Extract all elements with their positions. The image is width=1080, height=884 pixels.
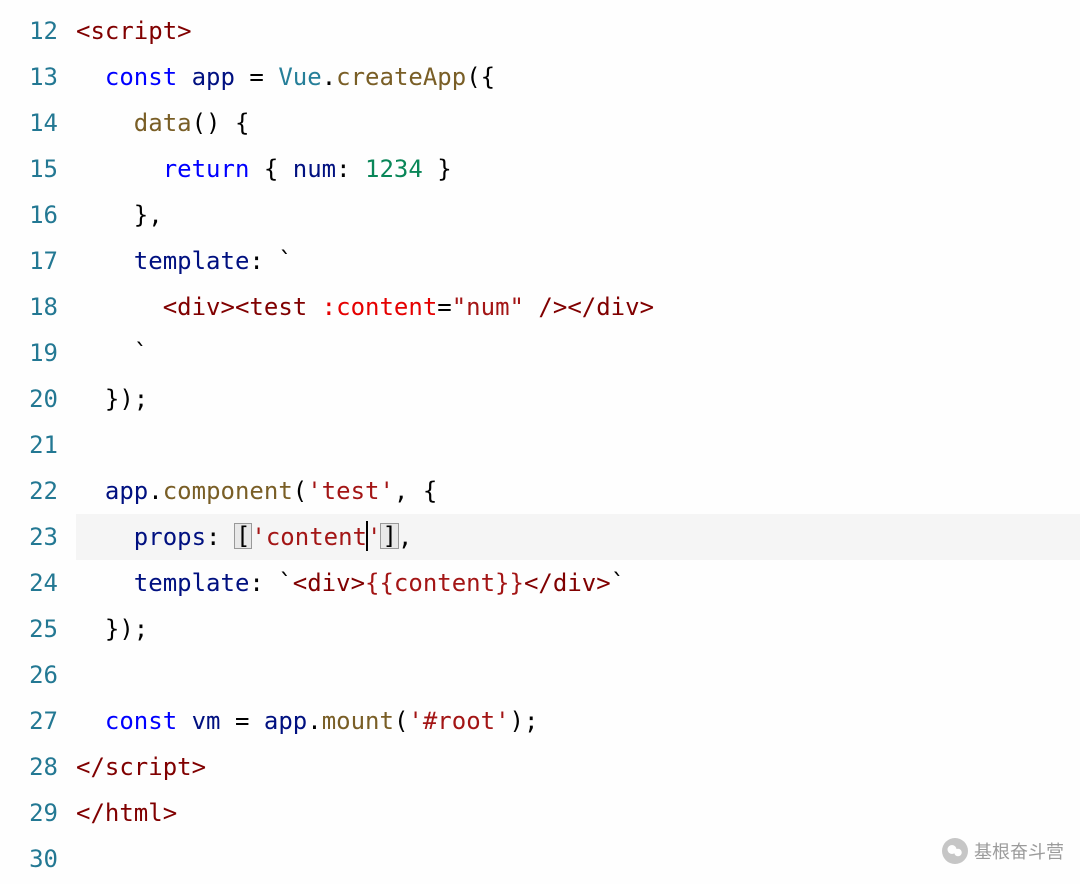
line-number: 15 <box>0 146 76 192</box>
code-line: ` <box>76 330 1080 376</box>
code-line: template: ` <box>76 238 1080 284</box>
code-line <box>76 652 1080 698</box>
code-editor: 12 13 14 15 16 17 18 19 20 21 22 23 24 2… <box>0 0 1080 884</box>
line-number: 30 <box>0 836 76 882</box>
line-number: 12 <box>0 8 76 54</box>
code-line: </script> <box>76 744 1080 790</box>
line-number: 23 <box>0 514 76 560</box>
line-number: 24 <box>0 560 76 606</box>
code-line <box>76 836 1080 882</box>
code-line: <div><test :content="num" /></div> <box>76 284 1080 330</box>
line-number: 21 <box>0 422 76 468</box>
line-number: 22 <box>0 468 76 514</box>
code-line: return { num: 1234 } <box>76 146 1080 192</box>
text-cursor-icon <box>366 521 368 551</box>
watermark-text: 基根奋斗营 <box>974 838 1064 864</box>
line-number: 14 <box>0 100 76 146</box>
line-number: 20 <box>0 376 76 422</box>
wechat-icon <box>942 838 968 864</box>
line-number: 17 <box>0 238 76 284</box>
code-line: const app = Vue.createApp({ <box>76 54 1080 100</box>
code-line: }, <box>76 192 1080 238</box>
line-number: 28 <box>0 744 76 790</box>
line-number: 25 <box>0 606 76 652</box>
bracket-match-icon: [ <box>234 523 252 549</box>
code-line: }); <box>76 606 1080 652</box>
code-line: data() { <box>76 100 1080 146</box>
line-number: 16 <box>0 192 76 238</box>
bracket-match-icon: ] <box>380 523 398 549</box>
line-number: 18 <box>0 284 76 330</box>
line-number: 13 <box>0 54 76 100</box>
line-gutter: 12 13 14 15 16 17 18 19 20 21 22 23 24 2… <box>0 0 76 884</box>
watermark: 基根奋斗营 <box>942 838 1064 864</box>
code-line: app.component('test', { <box>76 468 1080 514</box>
line-number: 27 <box>0 698 76 744</box>
line-number: 29 <box>0 790 76 836</box>
code-line: }); <box>76 376 1080 422</box>
code-line: </html> <box>76 790 1080 836</box>
code-line: const vm = app.mount('#root'); <box>76 698 1080 744</box>
code-line: <script> <box>76 8 1080 54</box>
line-number: 26 <box>0 652 76 698</box>
code-line <box>76 422 1080 468</box>
code-area[interactable]: <script> const app = Vue.createApp({ dat… <box>76 0 1080 884</box>
code-line: template: `<div>{{content}}</div>` <box>76 560 1080 606</box>
line-number: 19 <box>0 330 76 376</box>
code-line-current: props: ['content'], <box>76 514 1080 560</box>
